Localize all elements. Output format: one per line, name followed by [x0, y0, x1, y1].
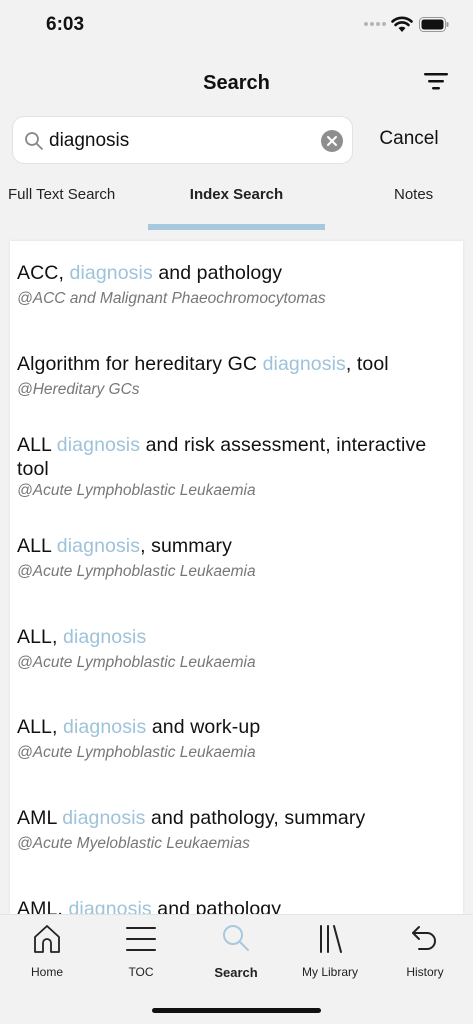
list-item[interactable]: ALL diagnosis and risk assessment, inter… [17, 433, 457, 501]
tab-notes[interactable]: Notes [394, 186, 433, 203]
cancel-button[interactable]: Cancel [370, 128, 448, 150]
nav-label: My Library [301, 965, 358, 979]
result-title: Algorithm for hereditary GC diagnosis, t… [17, 353, 389, 375]
menu-icon [126, 927, 156, 951]
home-icon [34, 925, 60, 953]
nav-my-library[interactable]: My Library [290, 923, 370, 979]
nav-toc[interactable]: TOC [101, 923, 181, 979]
undo-icon [412, 926, 436, 950]
nav-home[interactable]: Home [7, 923, 87, 979]
search-bar[interactable] [12, 116, 353, 164]
result-source: @Acute Lymphoblastic Leukaemia [17, 482, 256, 499]
home-indicator [152, 1008, 321, 1013]
nav-label: TOC [128, 965, 154, 979]
result-source: @Acute Lymphoblastic Leukaemia [17, 563, 256, 580]
active-tab-indicator [148, 224, 325, 230]
cellular-signal-icon [364, 22, 386, 26]
nav-label: Home [30, 965, 63, 979]
status-bar: 6:03 [0, 0, 473, 52]
result-title: ALL, diagnosis and work-up [17, 716, 261, 738]
search-tabs: Full Text Search Index Search Notes [0, 186, 473, 232]
search-icon [223, 925, 249, 951]
result-title: ACC, diagnosis and pathology [17, 262, 283, 284]
wifi-icon [391, 16, 413, 32]
page-title: Search [203, 72, 270, 94]
result-title: ALL diagnosis and risk assessment, inter… [17, 434, 427, 480]
result-source: @ACC and Malignant Phaeochromocytomas [17, 290, 326, 307]
list-item[interactable]: ALL diagnosis, summary @Acute Lymphoblas… [17, 534, 457, 582]
nav-label: History [406, 965, 444, 979]
nav-label: Search [214, 965, 258, 980]
list-item[interactable]: ALL, diagnosis @Acute Lymphoblastic Leuk… [17, 625, 457, 673]
result-source: @Acute Lymphoblastic Leukaemia [17, 654, 256, 671]
list-item[interactable]: Algorithm for hereditary GC diagnosis, t… [17, 352, 457, 400]
list-item[interactable]: ALL, diagnosis and work-up @Acute Lympho… [17, 715, 457, 763]
list-item[interactable]: AML diagnosis and pathology, summary @Ac… [17, 806, 457, 854]
result-title: AML diagnosis and pathology, summary [17, 807, 366, 829]
filter-icon[interactable] [423, 70, 449, 92]
status-time: 6:03 [46, 14, 85, 35]
list-item[interactable]: ACC, diagnosis and pathology @ACC and Ma… [17, 261, 457, 309]
result-source: @Hereditary GCs [17, 381, 140, 398]
search-icon [25, 132, 43, 150]
result-source: @Acute Lymphoblastic Leukaemia [17, 744, 256, 761]
result-title: ALL diagnosis, summary [17, 535, 233, 557]
results-list: ACC, diagnosis and pathology @ACC and Ma… [10, 241, 463, 914]
clear-search-icon[interactable] [320, 129, 344, 153]
nav-search[interactable]: Search [196, 923, 276, 980]
nav-history[interactable]: History [385, 923, 465, 979]
search-input[interactable] [49, 127, 319, 155]
result-source: @Acute Myeloblastic Leukaemias [17, 835, 250, 852]
library-icon [320, 925, 342, 953]
result-title: ALL, diagnosis [17, 626, 147, 648]
battery-icon [419, 17, 449, 32]
result-title: AML, diagnosis and pathology [17, 898, 282, 914]
list-item[interactable]: AML, diagnosis and pathology [17, 897, 457, 914]
